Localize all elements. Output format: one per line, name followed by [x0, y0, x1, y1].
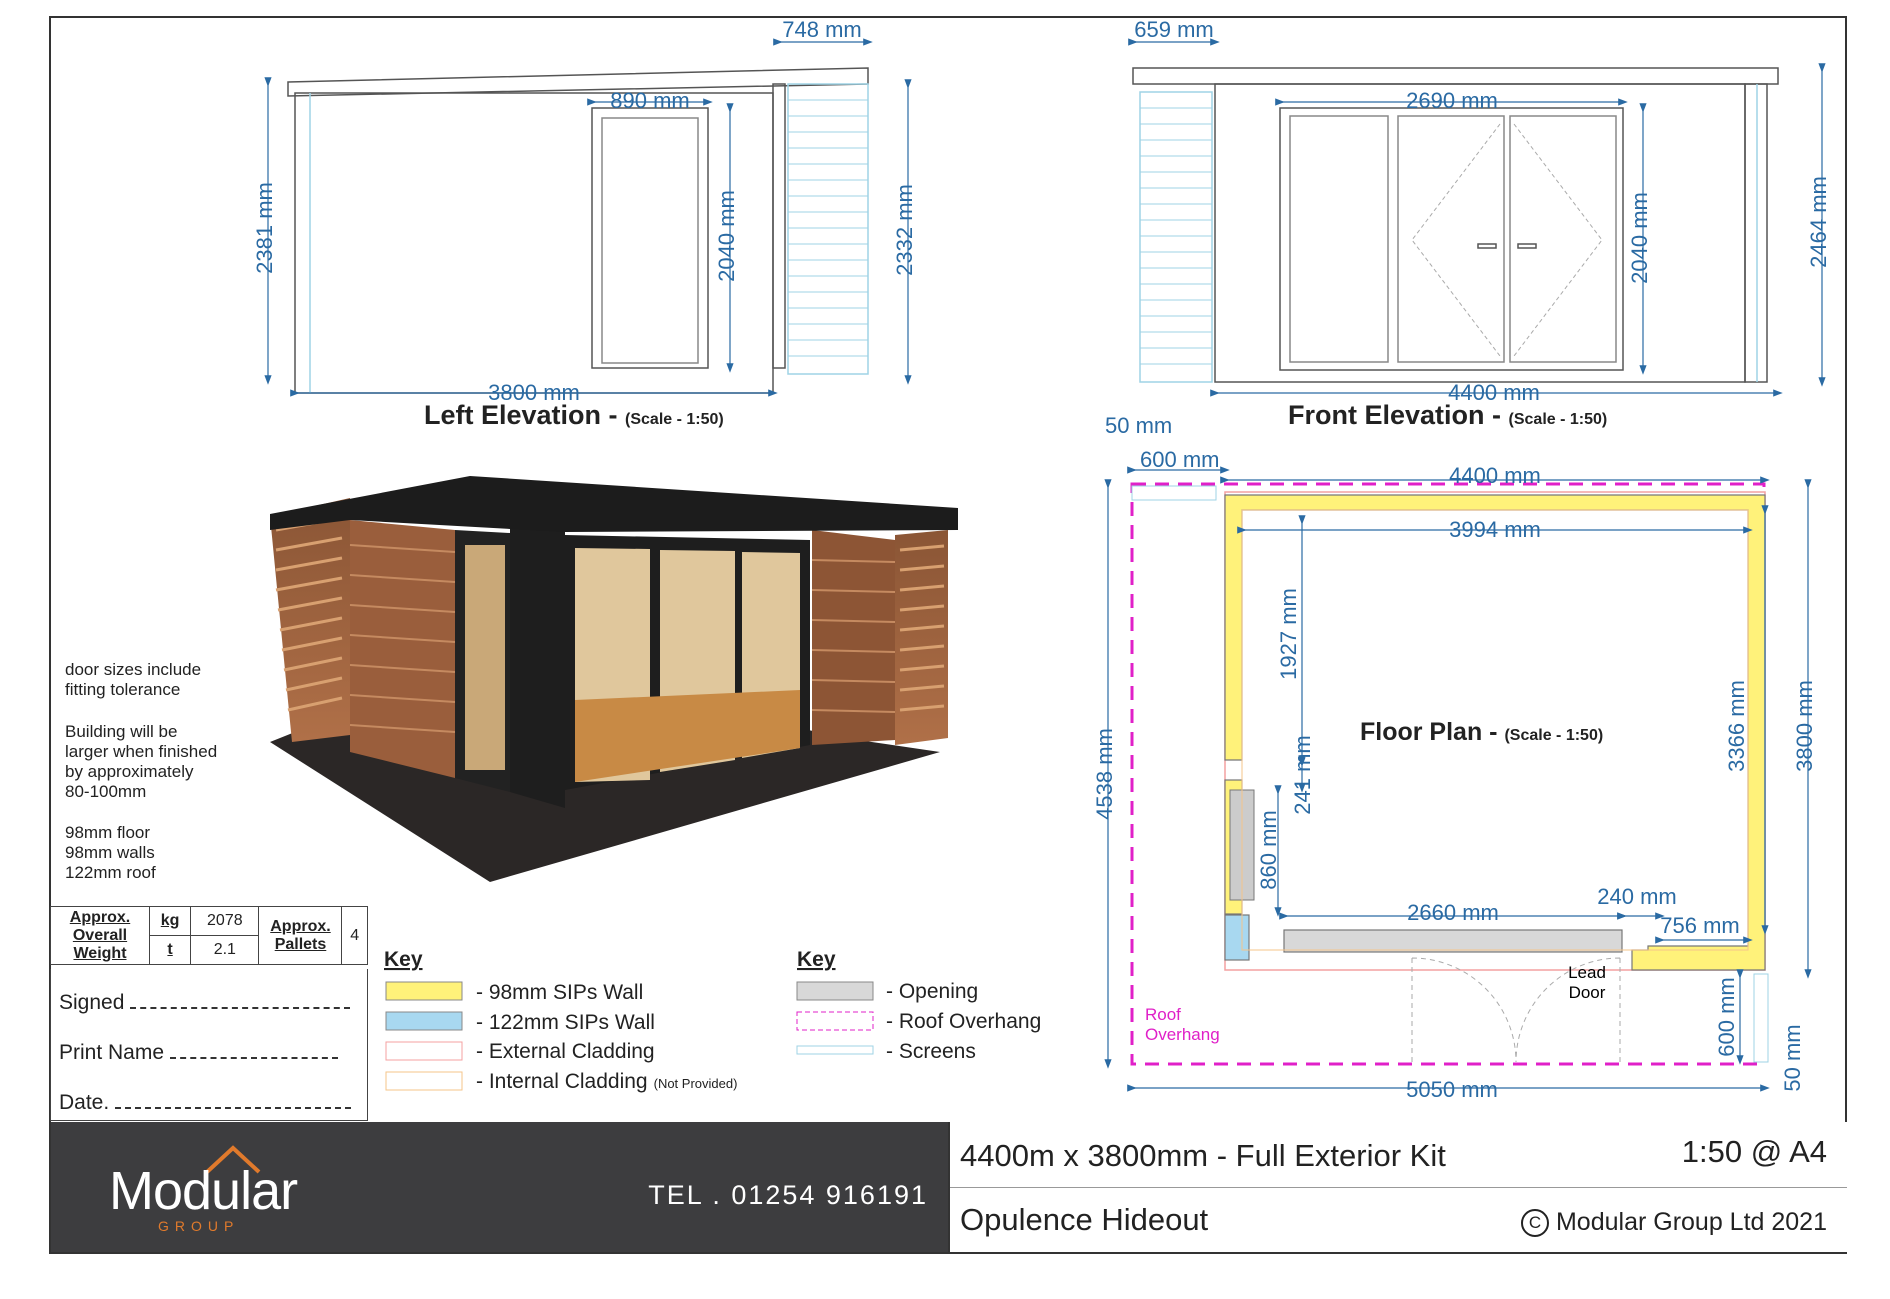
weight-label: Approx. Overall Weight [50, 906, 150, 965]
floor-plan-dimensions [1104, 466, 1812, 1092]
left-elevation-title: Left Elevation - (Scale - 1:50) [424, 400, 724, 430]
copyright-text: Modular Group Ltd 2021 [1555, 1208, 1827, 1236]
weight-t-value: 2.1 [190, 935, 260, 965]
front-elevation-title: Front Elevation - (Scale - 1:50) [1288, 400, 1607, 430]
front-elevation [1132, 67, 1779, 383]
date-row: Date. [59, 1091, 352, 1115]
fp-3800-dim: 3800 mm [1792, 680, 1817, 772]
drawing-scale: 1:50 @ A4 [1681, 1134, 1827, 1169]
front-door-height-dim: 2040 mm [1627, 192, 1652, 284]
footer-brand-bar: Modular GROUP TEL . 01254 916191 [51, 1122, 948, 1252]
svg-text:fitting tolerance: fitting tolerance [65, 680, 180, 699]
fp-860-dim: 860 mm [1256, 810, 1281, 889]
left-right-height-dim: 2332 mm [892, 184, 917, 276]
fp-4538-dim: 4538 mm [1092, 728, 1117, 820]
fp-1927-dim: 1927 mm [1276, 588, 1301, 680]
fp-5050-dim: 5050 mm [1406, 1077, 1498, 1102]
roof-overhang-label-1: Roof [1145, 1005, 1181, 1024]
svg-text:- Internal Cladding(Not Provid: - Internal Cladding (Not Provided) [476, 1070, 737, 1093]
fp-756-dim: 756 mm [1660, 913, 1739, 938]
fp-3366-dim: 3366 mm [1724, 680, 1749, 772]
print-name-row: Print Name [59, 1041, 339, 1065]
fp-50-bottom-dim: 50 mm [1780, 1024, 1805, 1091]
logo-wordmark: Modular [109, 1161, 298, 1221]
svg-text:by approximately: by approximately [65, 762, 194, 781]
fp-2660-dim: 2660 mm [1407, 900, 1499, 925]
logo-subtext: GROUP [158, 1218, 240, 1234]
svg-text:- 122mm SIPs Wall: - 122mm SIPs Wall [476, 1011, 655, 1034]
svg-text:Key: Key [797, 948, 836, 971]
floor-plan [1130, 482, 1769, 1066]
roof-overhang-label-2: Overhang [1145, 1025, 1220, 1044]
svg-text:80-100mm: 80-100mm [65, 782, 146, 801]
svg-text:98mm floor: 98mm floor [65, 823, 150, 842]
fp-50-top-dim: 50 mm [1105, 413, 1172, 438]
print-name-field[interactable] [170, 1057, 339, 1059]
unit-t: t [148, 935, 192, 965]
building-render [270, 476, 958, 882]
fp-4400-dim: 4400 mm [1449, 463, 1541, 488]
unit-kg: kg [148, 906, 192, 936]
svg-text:- 98mm SIPs Wall: - 98mm SIPs Wall [476, 981, 643, 1004]
front-door-width-dim: 2690 mm [1406, 88, 1498, 113]
key-materials: Key - 98mm SIPs Wall - 122mm SIPs Wall -… [384, 948, 737, 1093]
front-top-width-dim: 659 mm [1134, 17, 1213, 42]
notes: door sizes include fitting tolerance Bui… [65, 660, 217, 882]
footer-title-block: 4400m x 3800mm - Full Exterior Kit 1:50 … [948, 1122, 1847, 1252]
svg-text:- Opening: - Opening [886, 980, 978, 1003]
key-openings: Key - Opening - Roof Overhang - Screens [796, 948, 1041, 1063]
pallets-value: 4 [341, 906, 368, 965]
front-height-dim: 2464 mm [1806, 176, 1831, 268]
telephone: TEL . 01254 916191 [648, 1180, 928, 1210]
svg-text:98mm walls: 98mm walls [65, 843, 155, 862]
fp-240-dim: 240 mm [1597, 884, 1676, 909]
left-top-width-dim: 748 mm [782, 17, 861, 42]
svg-text:- Roof Overhang: - Roof Overhang [886, 1010, 1041, 1033]
signed-field[interactable] [130, 1007, 351, 1009]
fp-241-dim: 241 mm [1290, 735, 1315, 814]
sign-off-box: Signed Print Name Date. [50, 969, 368, 1121]
left-height-dim: 2381 mm [252, 182, 277, 274]
date-field[interactable] [115, 1107, 352, 1109]
svg-text:door sizes include: door sizes include [65, 660, 201, 679]
kit-title: 4400m x 3800mm - Full Exterior Kit [960, 1138, 1446, 1173]
svg-text:larger when finished: larger when finished [65, 742, 217, 761]
weight-table: Approx. Overall Weight kg 2078 Approx. Pall… [50, 906, 368, 965]
left-elevation [287, 67, 869, 394]
lead-door-label-1: Lead [1568, 963, 1606, 982]
svg-text:- Screens: - Screens [886, 1040, 976, 1063]
floor-plan-title: Floor Plan - (Scale - 1:50) [1360, 718, 1603, 746]
pallets-label: Approx. Pallets [258, 906, 343, 965]
svg-text:- External Cladding: - External Cladding [476, 1040, 655, 1063]
copyright-icon: C [1521, 1209, 1550, 1238]
lead-door-label-2: Door [1569, 983, 1606, 1002]
svg-text:122mm roof: 122mm roof [65, 863, 156, 882]
left-door-height-dim: 2040 mm [714, 190, 739, 282]
signed-row: Signed [59, 991, 351, 1015]
fp-600-bottom-dim: 600 mm [1714, 977, 1739, 1056]
left-door-width-dim: 890 mm [610, 88, 689, 113]
copyright: C Modular Group Ltd 2021 [1521, 1208, 1827, 1238]
fp-3994-dim: 3994 mm [1449, 517, 1541, 542]
product-name: Opulence Hideout [960, 1202, 1209, 1237]
svg-text:Building will be: Building will be [65, 722, 177, 741]
svg-text:Key: Key [384, 948, 423, 971]
fp-600-top-dim: 600 mm [1140, 447, 1219, 472]
weight-kg-value: 2078 [190, 906, 260, 936]
